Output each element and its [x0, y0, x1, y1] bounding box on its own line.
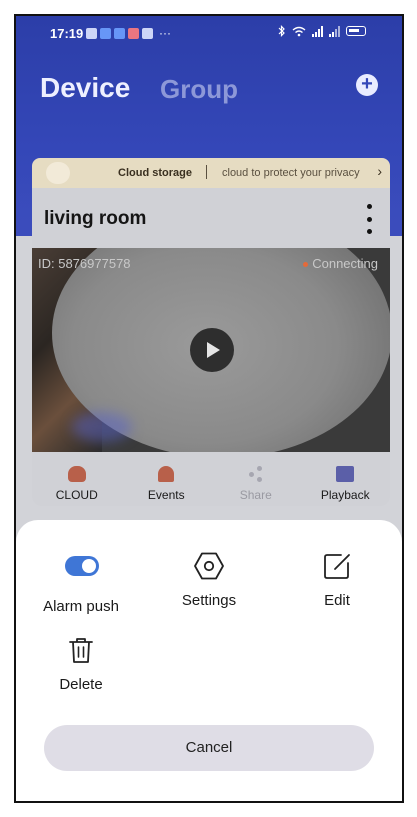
events-action-label: Events [147, 488, 185, 502]
phone-screen: 17:19 ··· Device Group + Cloud storage c… [14, 14, 404, 803]
playback-icon [336, 466, 355, 482]
device-actions: CLOUD Events Share Playback [32, 466, 390, 506]
device-card: living room ID: 5876977578 Connecting CL… [32, 188, 390, 506]
settings-option[interactable]: Settings [154, 550, 264, 609]
alarm-push-toggle[interactable] [65, 556, 99, 576]
status-notification-icons: ··· [86, 26, 171, 40]
cloud-action-label: CLOUD [55, 488, 98, 502]
tab-device[interactable]: Device [40, 72, 130, 104]
settings-icon [194, 552, 224, 580]
add-device-button[interactable]: + [356, 74, 378, 96]
tab-group[interactable]: Group [160, 74, 238, 105]
status-dot-icon [303, 262, 309, 268]
notification-icon [114, 27, 125, 39]
cancel-button[interactable]: Cancel [44, 725, 374, 771]
cloud-icon [67, 466, 86, 482]
connection-status-text: Connecting [312, 256, 378, 271]
device-name: living room [44, 208, 147, 229]
alarm-push-option: Alarm push [26, 550, 136, 615]
notification-icon [142, 27, 153, 39]
play-icon[interactable] [190, 328, 234, 372]
share-icon [247, 466, 265, 482]
status-system-icons [278, 25, 366, 37]
divider [206, 165, 207, 179]
edit-icon [324, 554, 350, 579]
alarm-push-toggle-wrap [65, 556, 99, 588]
share-action[interactable]: Share [211, 466, 301, 506]
status-time: 17:19 [50, 26, 84, 41]
playback-action-label: Playback [320, 488, 370, 502]
share-action-label: Share [239, 488, 272, 502]
notification-icon [86, 27, 97, 39]
cloud-action[interactable]: CLOUD [32, 466, 122, 506]
settings-label: Settings [181, 592, 237, 609]
events-action[interactable]: Events [122, 466, 212, 506]
bluetooth-icon [278, 25, 285, 37]
more-options-icon[interactable] [366, 204, 372, 234]
signal-icon [312, 25, 323, 37]
bell-icon [158, 466, 175, 482]
delete-option[interactable]: Delete [26, 634, 136, 693]
cloud-banner-description: cloud to protect your privacy [222, 167, 360, 179]
trash-icon [69, 638, 93, 663]
signal-icon [329, 25, 340, 37]
edit-label: Edit [324, 592, 350, 609]
device-id: ID: 5876977578 [38, 256, 131, 271]
wifi-icon [292, 26, 306, 36]
cloud-banner-title: Cloud storage [118, 167, 192, 179]
cloud-icon [46, 162, 70, 184]
delete-label: Delete [59, 676, 103, 693]
edit-option[interactable]: Edit [282, 550, 392, 609]
battery-icon [346, 26, 366, 36]
device-options-sheet: Alarm push Settings Edit Delete Cancel [16, 520, 402, 801]
playback-action[interactable]: Playback [301, 466, 391, 506]
camera-glow [72, 412, 132, 442]
status-overflow: ··· [159, 26, 171, 40]
notification-icon [100, 27, 111, 39]
notification-icon [128, 27, 139, 39]
connection-status: Connecting [303, 256, 378, 271]
status-bar: 17:19 ··· [16, 16, 402, 50]
chevron-right-icon: › [377, 163, 382, 179]
cloud-storage-banner[interactable]: Cloud storage cloud to protect your priv… [32, 158, 390, 188]
alarm-push-label: Alarm push [43, 598, 119, 615]
video-preview[interactable]: ID: 5876977578 Connecting [32, 248, 390, 452]
